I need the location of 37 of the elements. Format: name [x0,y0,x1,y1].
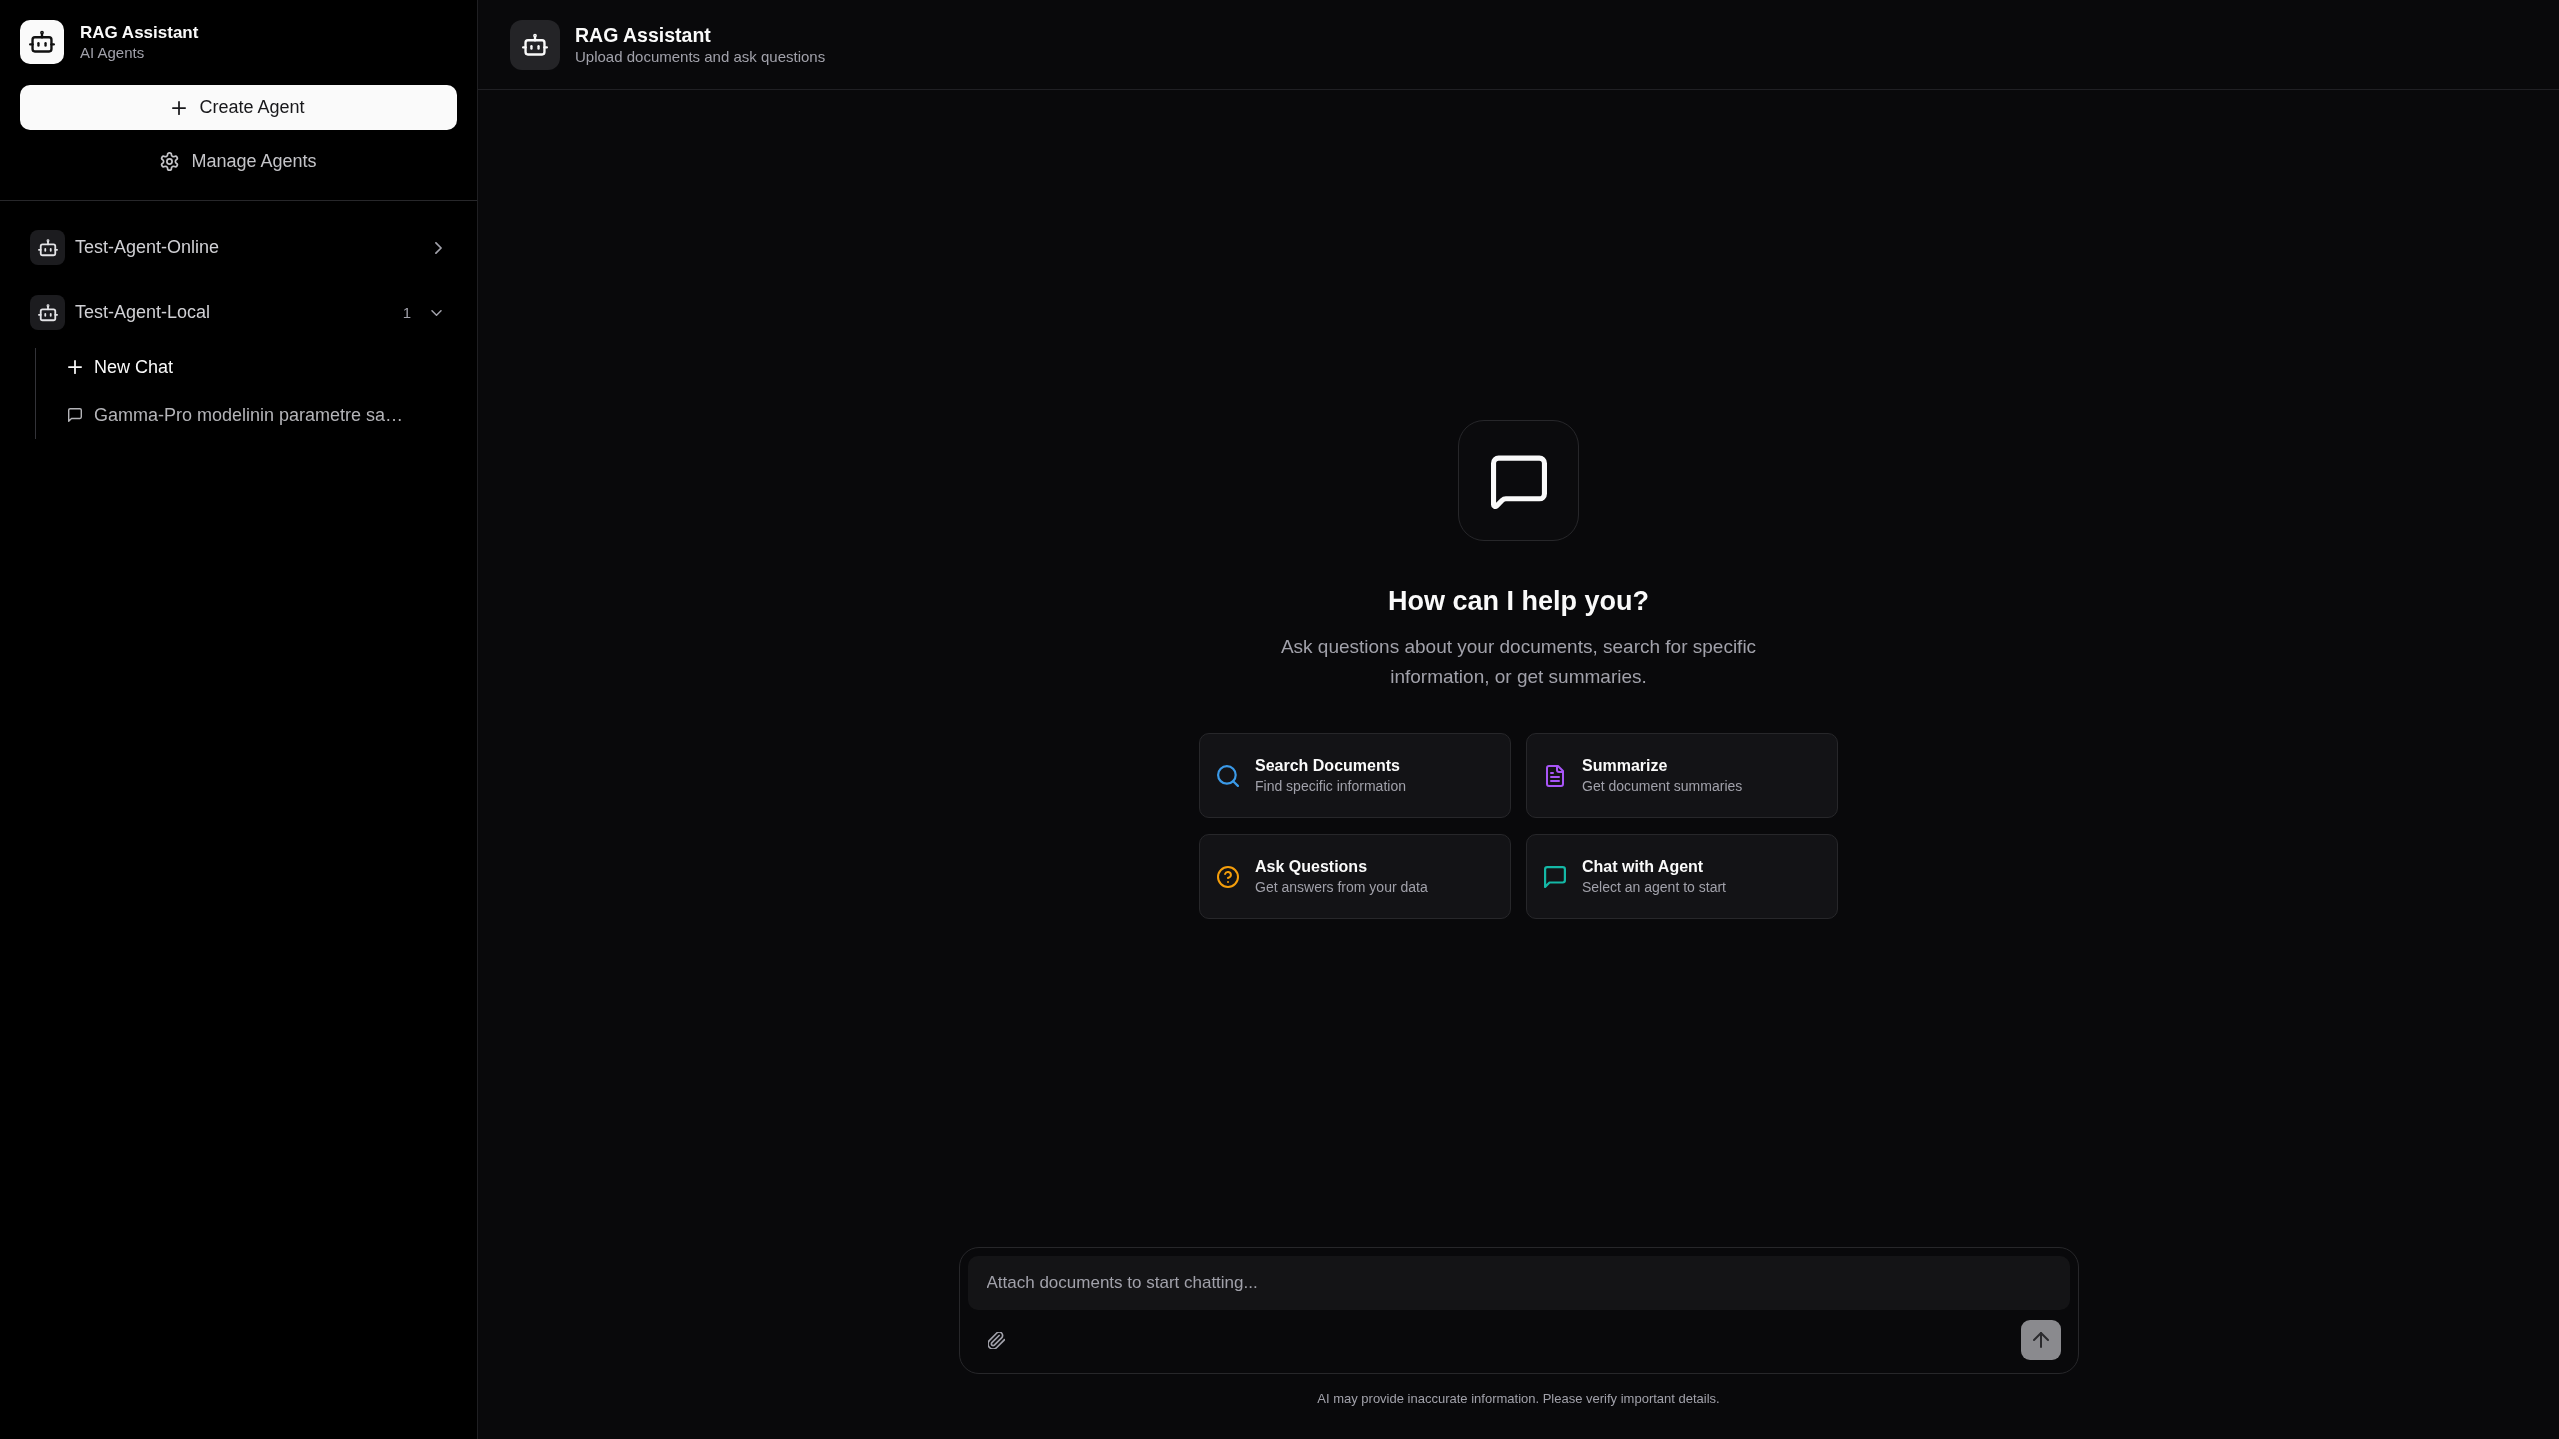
robot-icon [30,230,65,265]
action-description: Get answers from your data [1255,878,1428,897]
action-card[interactable]: Ask Questions Get answers from your data [1199,834,1511,919]
page-title: RAG Assistant [575,23,711,47]
page-subtitle: Upload documents and ask questions [575,47,826,66]
welcome-text: Ask questions about your documents, search for specific information, or get summaries. [1279,635,1758,689]
app-subtitle: AI Agents [80,43,145,62]
app-title: RAG Assistant [80,22,199,43]
chat-history-item[interactable]: Gamma-Pro modelinin parametre sa… [56,396,416,434]
action-description: Get document summaries [1582,777,1743,796]
disclaimer-text: AI may provide inaccurate information. Please verify important details. [1317,1390,1720,1408]
action-title: Chat with Agent [1582,857,1704,877]
action-description: Find specific information [1255,777,1406,796]
action-description: Select an agent to start [1582,878,1726,897]
new-chat-button[interactable]: New Chat [56,348,186,386]
agent-item[interactable]: Test-Agent-Local 1 [20,287,457,338]
message-input[interactable]: Attach documents to start chatting... [967,1256,2070,1310]
chat-count: 1 [402,304,411,321]
plus-icon [68,360,82,374]
action-title: Summarize [1582,756,1668,776]
action-title: Ask Questions [1255,857,1368,877]
paperclip-icon [988,1331,1005,1349]
action-card[interactable]: Chat with Agent Select an agent to start [1526,834,1838,919]
manage-agents-button[interactable]: Manage Agents [154,141,323,181]
chat-bubble-icon [1458,420,1579,541]
settings-icon [160,151,180,171]
robot-icon [20,20,64,64]
action-card[interactable]: Summarize Get document summaries [1526,733,1838,818]
message-icon [68,408,82,422]
welcome-heading: How can I help you? [1388,585,1649,618]
action-card[interactable]: Search Documents Find specific information [1199,733,1511,818]
agent-item[interactable]: Test-Agent-Online [20,222,457,273]
robot-icon [30,295,65,330]
robot-icon [510,19,560,70]
create-agent-button[interactable]: Create Agent [20,85,457,130]
action-title: Search Documents [1255,756,1400,776]
plus-icon [172,100,187,115]
